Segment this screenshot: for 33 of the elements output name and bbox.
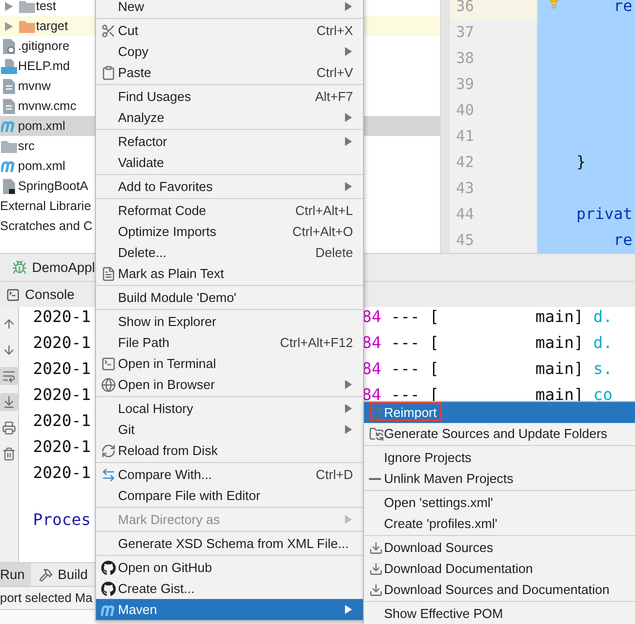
log-timestamp: 2020-1	[33, 463, 91, 482]
log-timestamp: 2020-1	[33, 333, 91, 352]
tree-item-label: pom.xml	[18, 119, 66, 133]
log-timestamp: 2020-1	[33, 437, 91, 456]
line-number: 37	[455, 22, 476, 43]
log-timestamp: 2020-1	[33, 307, 91, 326]
line-number: 41	[455, 126, 476, 147]
tree-item-label: mvnw.cmc	[18, 99, 76, 113]
tree-item-label: src	[18, 139, 35, 153]
line-number: 45	[455, 230, 476, 251]
tree-item-label: pom.xml	[18, 159, 66, 173]
log-timestamp: 2020-1	[33, 359, 91, 378]
code-text: privat	[576, 205, 632, 223]
tree-item-label: mvnw	[18, 79, 51, 93]
tree-item-label: SpringBootA	[18, 179, 88, 193]
code-text: }	[576, 153, 586, 171]
status-text: port selected Ma	[0, 591, 92, 605]
line-number: 36	[450, 0, 537, 19]
process-message: Proces	[33, 511, 91, 529]
line-number: 40	[455, 100, 476, 121]
code-text: re	[614, 0, 632, 15]
code-text: re	[614, 231, 632, 249]
log-timestamp: 2020-1	[33, 411, 91, 430]
tree-item-label: target	[36, 19, 68, 33]
line-number: 44	[455, 204, 476, 225]
line-number: 39	[455, 74, 476, 95]
tree-item-label: HELP.md	[18, 59, 70, 73]
tree-item-label: test	[36, 0, 56, 13]
line-number: 38	[455, 48, 476, 69]
line-number: 42	[455, 152, 476, 173]
line-number: 43	[455, 178, 476, 199]
log-timestamp: 2020-1	[33, 385, 91, 404]
tree-item-label: .gitignore	[18, 39, 70, 53]
